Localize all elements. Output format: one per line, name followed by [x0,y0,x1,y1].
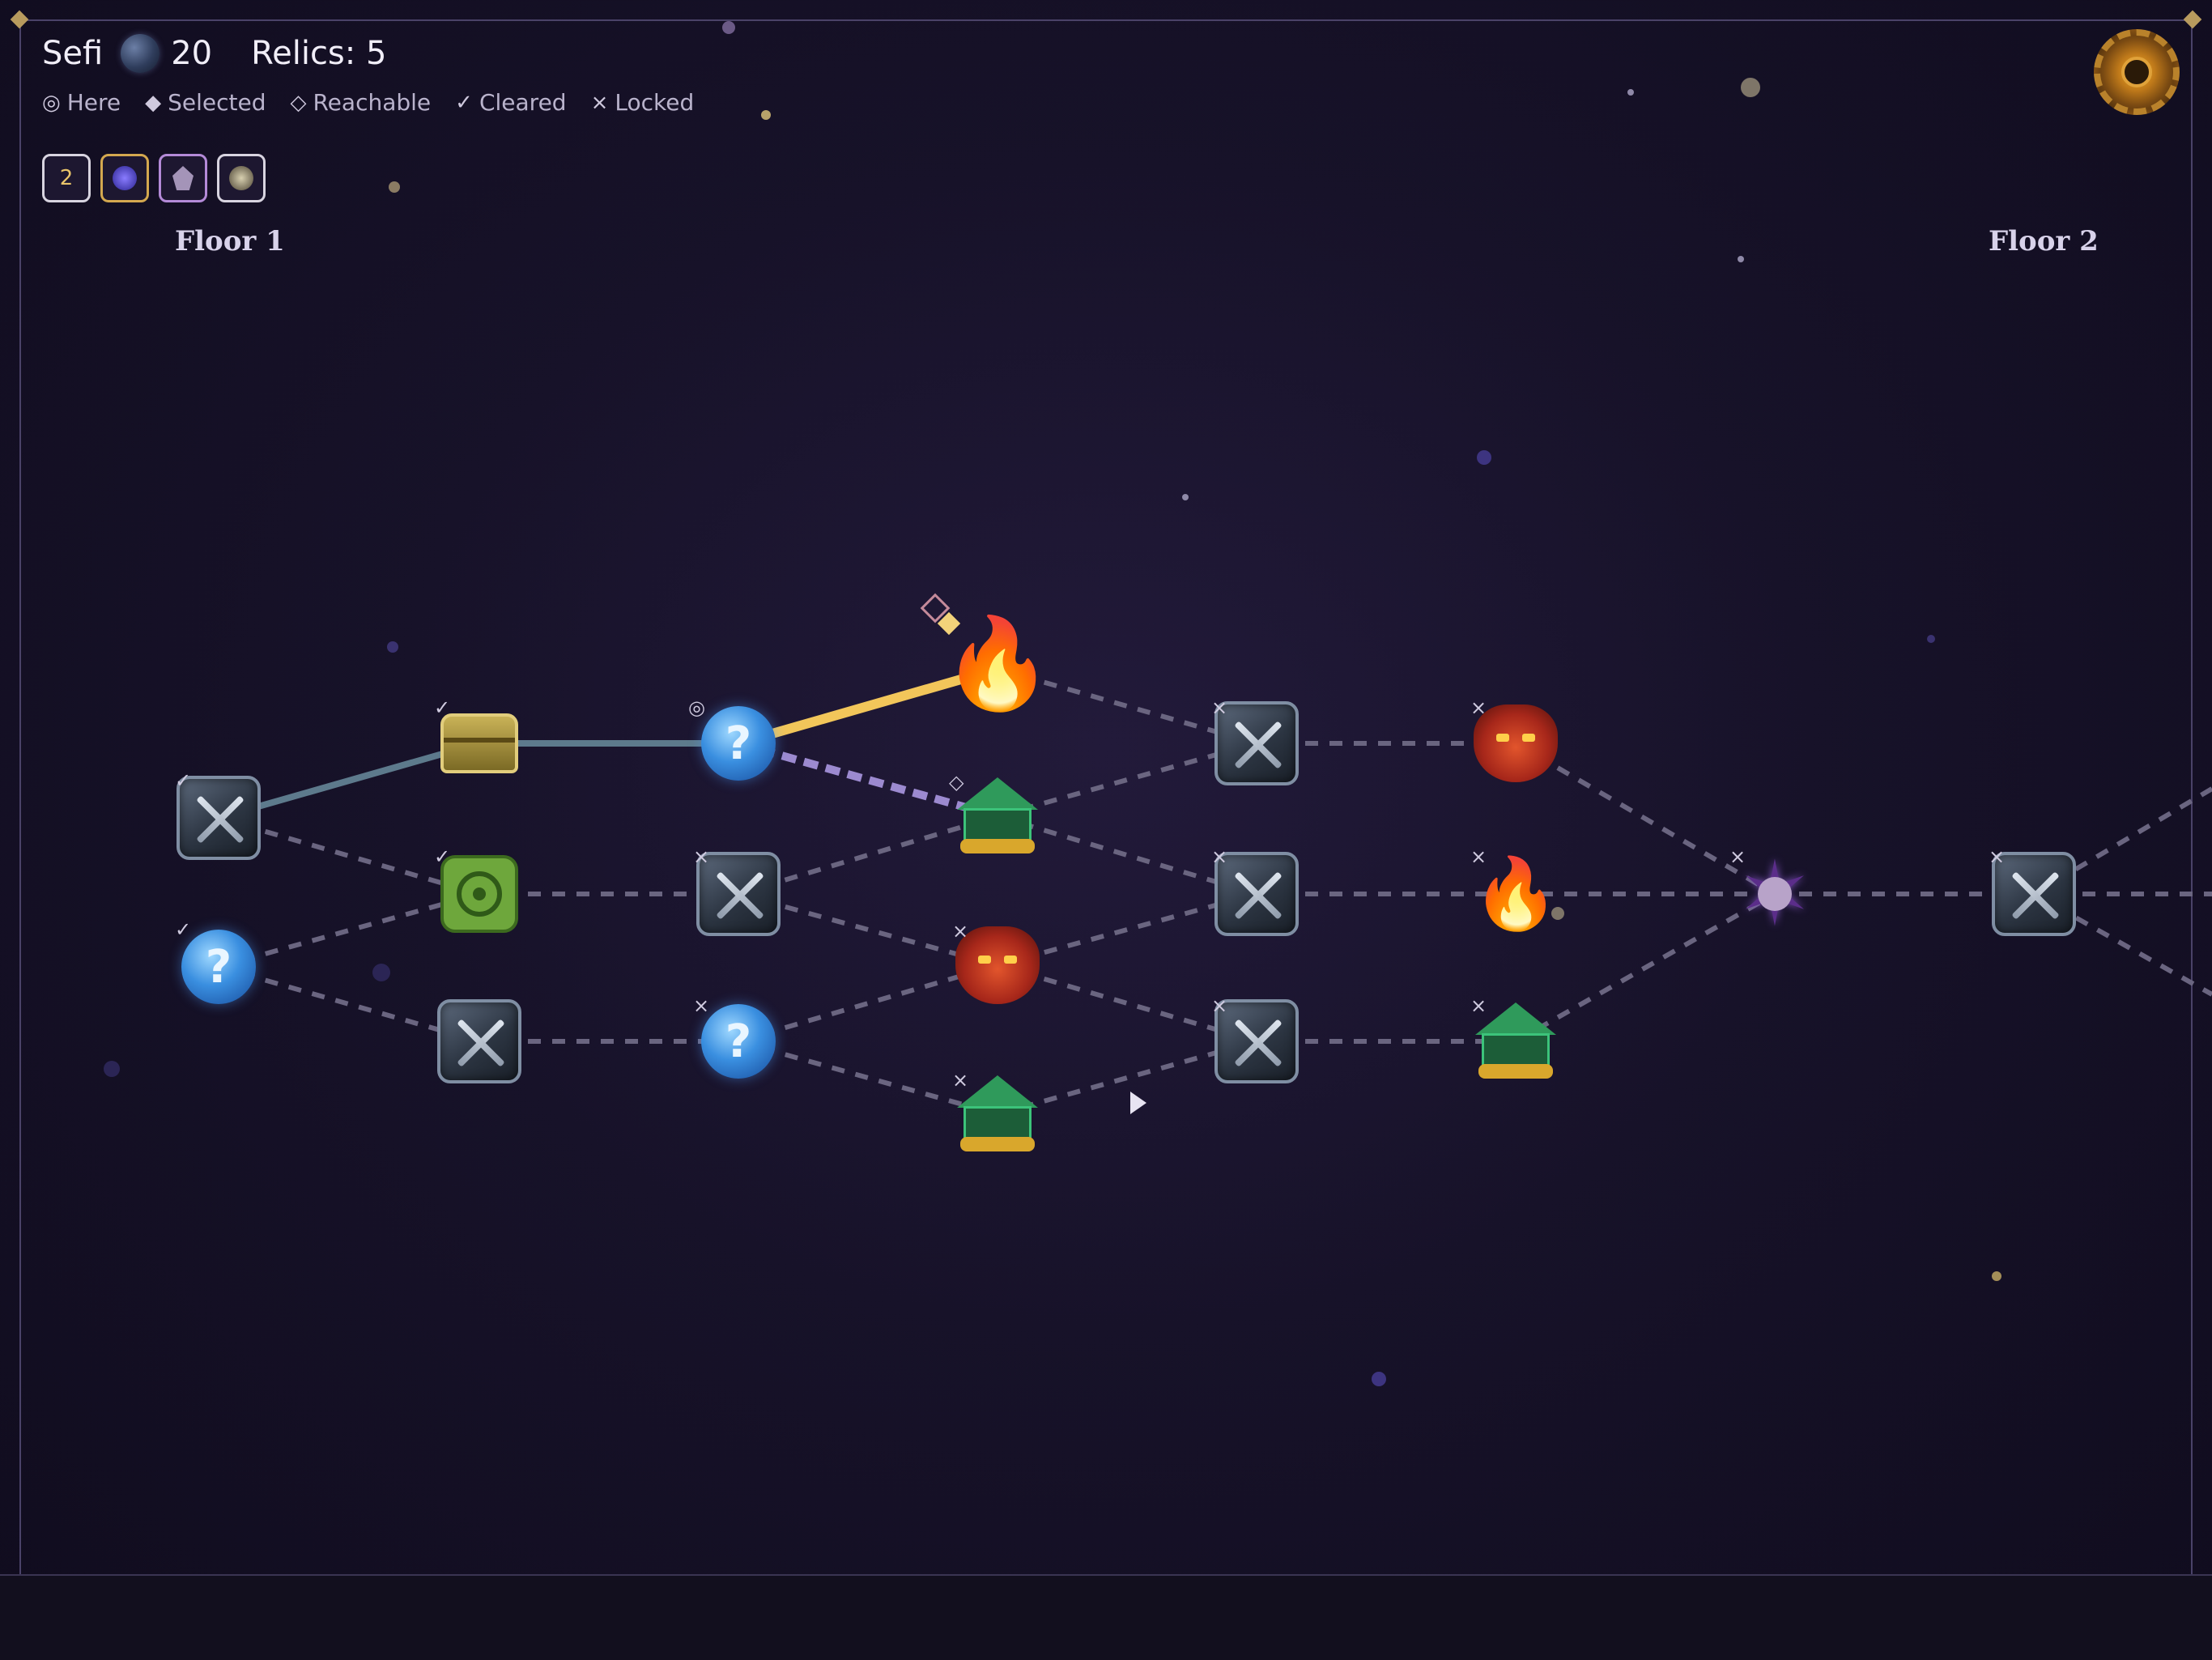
treasure-chest-icon [440,713,518,773]
locked-mark: × [1470,994,1487,1017]
cleared-mark: ✓ [175,769,192,792]
shop-tent-icon [957,1075,1038,1153]
target-icon [440,855,518,933]
pointer-cursor-icon [1130,1092,1146,1114]
shop-tent-icon [957,777,1038,855]
here-mark: ◎ [688,696,705,719]
cleared-mark: ✓ [434,696,451,719]
node-mystery-3a-current[interactable]: ? [696,700,781,786]
reachable-mark: ◇ [949,771,964,794]
campfire-icon: 🔥 [1472,853,1559,934]
cleared-mark: ✓ [175,918,192,941]
locked-mark: × [693,994,710,1017]
locked-mark: × [693,845,710,868]
locked-mark: × [1989,845,2006,868]
node-shop-4b[interactable] [955,773,1040,859]
locked-mark: × [1470,696,1487,719]
campfire-icon: 🔥 [942,611,1053,715]
shop-tent-icon [1475,1002,1556,1080]
locked-mark: × [1211,994,1228,1017]
locked-mark: × [952,1069,969,1092]
locked-mark: × [952,920,969,943]
node-battle-2c[interactable] [436,998,522,1084]
swords-icon [437,999,521,1083]
locked-mark: × [1211,696,1228,719]
locked-mark: × [1211,845,1228,868]
locked-mark: × [1729,845,1746,868]
question-orb-icon: ? [701,1004,776,1079]
question-orb-icon: ? [701,706,776,781]
question-orb-icon: ? [181,930,256,1004]
locked-mark: × [1470,845,1487,868]
node-campfire-4a-selected[interactable]: 🔥 [942,619,1053,708]
map-paths [217,664,2212,1117]
cleared-mark: ✓ [434,845,451,868]
